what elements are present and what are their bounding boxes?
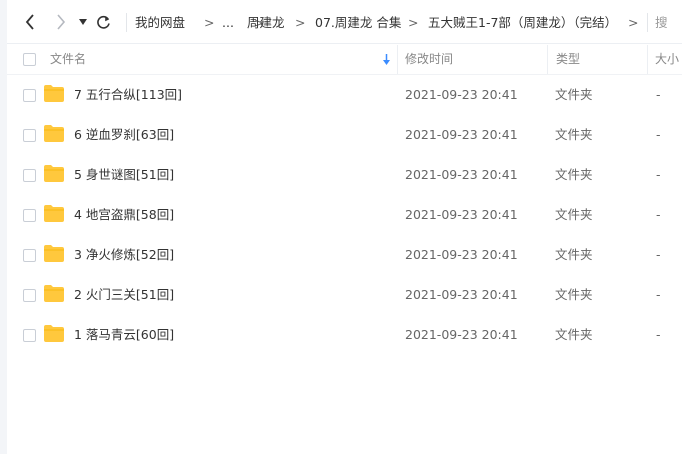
file-size: - [656, 127, 661, 142]
file-row[interactable]: 2 火门三关[51回] 2021-09-23 20:41 文件夹 - [7, 275, 682, 315]
file-type: 文件夹 [555, 87, 593, 102]
refresh-icon [96, 15, 110, 29]
folder-icon [44, 165, 64, 182]
file-modified-time: 2021-09-23 20:41 [405, 87, 518, 102]
column-header-modified[interactable]: 修改时间 [405, 45, 453, 74]
row-checkbox[interactable] [23, 209, 36, 222]
row-checkbox[interactable] [23, 169, 36, 182]
chevron-right-icon [57, 14, 66, 30]
file-modified-time: 2021-09-23 20:41 [405, 287, 518, 302]
breadcrumb-item-current-folder[interactable]: 五大贼王1-7部（周建龙）（完结） [428, 14, 617, 32]
file-row[interactable]: 5 身世谜图[51回] 2021-09-23 20:41 文件夹 - [7, 155, 682, 195]
breadcrumb-separator: > [408, 15, 419, 30]
file-size: - [656, 287, 661, 302]
file-type: 文件夹 [555, 247, 593, 262]
search-input[interactable]: 搜 [655, 14, 668, 32]
breadcrumb-separator: > [204, 15, 215, 30]
select-all-checkbox[interactable] [23, 53, 36, 66]
file-name[interactable]: 4 地宫盗鼎[58回] [74, 195, 174, 235]
triangle-down-icon [79, 19, 87, 25]
breadcrumb-item-author[interactable]: 周建龙 [247, 14, 285, 32]
row-checkbox[interactable] [23, 329, 36, 342]
nav-divider [126, 13, 127, 32]
file-modified-time: 2021-09-23 20:41 [405, 247, 518, 262]
file-row[interactable]: 1 落马青云[60回] 2021-09-23 20:41 文件夹 - [7, 315, 682, 355]
row-checkbox[interactable] [23, 289, 36, 302]
file-name[interactable]: 5 身世谜图[51回] [74, 155, 174, 195]
folder-icon [44, 85, 64, 102]
forward-button[interactable] [53, 13, 69, 31]
chevron-left-icon [25, 14, 34, 30]
refresh-button[interactable] [95, 13, 111, 31]
row-checkbox[interactable] [23, 249, 36, 262]
file-name[interactable]: 6 逆血罗刹[63回] [74, 115, 174, 155]
back-button[interactable] [22, 13, 38, 31]
file-row[interactable]: 3 净火修炼[52回] 2021-09-23 20:41 文件夹 - [7, 235, 682, 275]
file-name[interactable]: 1 落马青云[60回] [74, 315, 174, 355]
breadcrumb-item-ellipsis[interactable]: ... [222, 14, 234, 32]
column-header-size[interactable]: 大小 [655, 45, 679, 74]
sort-down-arrow-icon[interactable] [382, 54, 391, 66]
folder-icon [44, 125, 64, 142]
row-checkbox[interactable] [23, 129, 36, 142]
history-dropdown-button[interactable] [75, 13, 91, 31]
breadcrumb-separator: > [295, 15, 306, 30]
search-divider [647, 13, 648, 32]
navigation-bar: 我的网盘 > ... > 周建龙 > 07.周建龙 合集 > 五大贼王1-7部（… [7, 0, 682, 44]
column-divider[interactable] [397, 45, 398, 74]
file-size: - [656, 247, 661, 262]
column-divider[interactable] [647, 45, 648, 74]
file-name[interactable]: 3 净火修炼[52回] [74, 235, 174, 275]
file-type: 文件夹 [555, 127, 593, 142]
breadcrumb-item-my-drive[interactable]: 我的网盘 [135, 14, 185, 32]
column-header-type[interactable]: 类型 [556, 45, 580, 74]
file-size: - [656, 87, 661, 102]
file-row[interactable]: 6 逆血罗刹[63回] 2021-09-23 20:41 文件夹 - [7, 115, 682, 155]
file-modified-time: 2021-09-23 20:41 [405, 207, 518, 222]
file-modified-time: 2021-09-23 20:41 [405, 167, 518, 182]
folder-icon [44, 245, 64, 262]
file-row[interactable]: 4 地宫盗鼎[58回] 2021-09-23 20:41 文件夹 - [7, 195, 682, 235]
column-divider[interactable] [547, 45, 548, 74]
file-size: - [656, 167, 661, 182]
breadcrumb-expand-separator[interactable]: > [628, 14, 638, 32]
breadcrumb-item-collection[interactable]: 07.周建龙 合集 [315, 14, 401, 32]
file-type: 文件夹 [555, 167, 593, 182]
file-modified-time: 2021-09-23 20:41 [405, 327, 518, 342]
file-name[interactable]: 7 五行合纵[113回] [74, 75, 182, 115]
sidebar-edge [0, 0, 7, 454]
file-type: 文件夹 [555, 327, 593, 342]
file-modified-time: 2021-09-23 20:41 [405, 127, 518, 142]
column-header-name[interactable]: 文件名 [50, 45, 86, 74]
file-list-header: 文件名 修改时间 类型 大小 [7, 45, 682, 75]
file-type: 文件夹 [555, 207, 593, 222]
file-row[interactable]: 7 五行合纵[113回] 2021-09-23 20:41 文件夹 - [7, 75, 682, 115]
file-size: - [656, 207, 661, 222]
file-size: - [656, 327, 661, 342]
file-type: 文件夹 [555, 287, 593, 302]
folder-icon [44, 285, 64, 302]
folder-icon [44, 205, 64, 222]
row-checkbox[interactable] [23, 89, 36, 102]
folder-icon [44, 325, 64, 342]
file-name[interactable]: 2 火门三关[51回] [74, 275, 174, 315]
